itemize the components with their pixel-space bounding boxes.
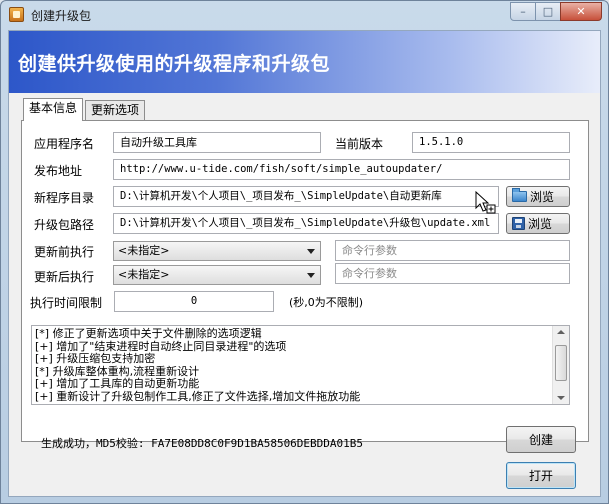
main-window: 创建升级包 – □ ✕ 创建供升级使用的升级程序和升级包 基本信息 更新选项 应…	[0, 0, 609, 504]
chevron-down-icon	[307, 249, 315, 254]
changelog-textarea[interactable]: [*] 修正了更新选项中关于文件删除的选项逻辑 [+] 增加了"结束进程时自动终…	[31, 325, 570, 405]
header-banner: 创建供升级使用的升级程序和升级包	[9, 31, 600, 93]
scrollbar-thumb[interactable]	[555, 345, 567, 381]
minimize-button[interactable]: –	[510, 2, 536, 21]
publish-url-input[interactable]: http://www.u-tide.com/fish/soft/simple_a…	[113, 159, 570, 180]
changelog-line: [*] 修正了更新选项中关于文件删除的选项逻辑	[35, 327, 262, 340]
pre-exec-select[interactable]: <未指定>	[113, 241, 321, 261]
close-button[interactable]: ✕	[560, 2, 602, 21]
folder-icon	[512, 188, 527, 202]
browse-label: 浏览	[530, 190, 555, 204]
pre-exec-label: 更新前执行	[34, 245, 95, 259]
browse-package-button[interactable]: 浏览	[506, 213, 570, 234]
scroll-down-icon[interactable]	[557, 396, 565, 400]
changelog-scrollbar[interactable]	[552, 326, 569, 404]
publish-url-label: 发布地址	[34, 164, 83, 178]
new-dir-label: 新程序目录	[34, 191, 95, 205]
scroll-up-icon[interactable]	[557, 330, 565, 334]
changelog-line: [+] 升级压缩包支持加密	[35, 352, 156, 365]
maximize-button[interactable]: □	[535, 2, 561, 21]
status-message: 生成成功，MD5校验: FA7E08DD8C0F9D1BA58506DEBDDA…	[41, 437, 364, 450]
post-exec-label: 更新后执行	[34, 270, 95, 284]
app-package-icon	[9, 7, 24, 22]
app-name-label: 应用程序名	[34, 137, 95, 151]
app-name-input[interactable]: 自动升级工具库	[113, 132, 321, 153]
changelog-line: [+] 增加了工具库的自动更新功能	[35, 377, 200, 390]
browse-label: 浏览	[528, 217, 553, 231]
window-controls: – □ ✕	[510, 2, 602, 22]
changelog-lines: [*] 修正了更新选项中关于文件删除的选项逻辑 [+] 增加了"结束进程时自动终…	[35, 327, 553, 403]
minimize-icon: –	[520, 5, 526, 18]
tab-update-options[interactable]: 更新选项	[85, 100, 146, 120]
time-limit-label: 执行时间限制	[30, 296, 103, 310]
time-limit-input[interactable]: 0	[114, 291, 274, 312]
chevron-down-icon	[307, 273, 315, 278]
pre-exec-selected: <未指定>	[118, 244, 170, 257]
version-label: 当前版本	[335, 137, 384, 151]
client-area: 创建供升级使用的升级程序和升级包 基本信息 更新选项 应用程序名 自动升级工具库…	[8, 30, 601, 497]
open-button[interactable]: 打开	[506, 462, 576, 489]
time-limit-hint: (秒,0为不限制)	[289, 296, 364, 309]
tab-basic-info[interactable]: 基本信息	[23, 98, 84, 121]
pre-exec-args-input[interactable]: 命令行参数	[335, 240, 570, 261]
window-title: 创建升级包	[31, 9, 92, 23]
post-exec-select[interactable]: <未指定>	[113, 265, 321, 285]
browse-new-dir-button[interactable]: 浏览	[506, 186, 570, 207]
close-icon: ✕	[576, 5, 586, 18]
save-icon	[512, 217, 525, 230]
version-input[interactable]: 1.5.1.0	[412, 132, 570, 153]
post-exec-selected: <未指定>	[118, 268, 170, 281]
mouse-cursor-icon	[475, 191, 496, 214]
package-path-label: 升级包路径	[34, 218, 95, 232]
changelog-line: [+] 重新设计了升级包制作工具,修正了文件选择,增加文件拖放功能	[35, 389, 361, 403]
title-bar[interactable]: 创建升级包 – □ ✕	[1, 1, 608, 29]
post-exec-args-input[interactable]: 命令行参数	[335, 263, 570, 284]
banner-title: 创建供升级使用的升级程序和升级包	[18, 53, 331, 75]
package-path-input[interactable]: D:\计算机开发\个人项目\_项目发布_\SimpleUpdate\升级包\up…	[113, 213, 499, 234]
maximize-icon: □	[542, 5, 554, 18]
create-button[interactable]: 创建	[506, 426, 576, 453]
new-dir-input[interactable]: D:\计算机开发\个人项目\_项目发布_\SimpleUpdate\自动更新库	[113, 186, 499, 207]
